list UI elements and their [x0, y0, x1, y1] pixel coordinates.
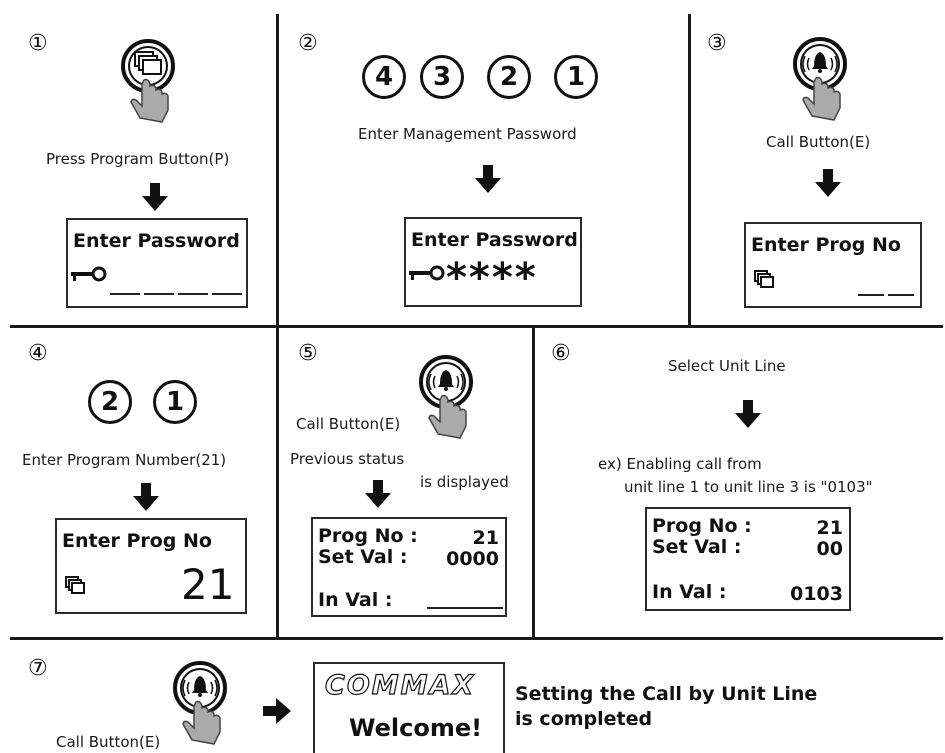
lcd-display-step2: Enter Password **** [404, 217, 582, 307]
step-4-number: ④ [28, 341, 48, 366]
digit-circle: 1 [554, 55, 598, 99]
digit-circle: 1 [153, 380, 197, 424]
key-icon [409, 265, 445, 281]
digit-circle: 2 [487, 55, 531, 99]
digit-blank [212, 293, 242, 295]
step-5-number: ⑤ [298, 341, 318, 366]
divider-h-top [10, 325, 943, 328]
lcd-title: Enter Password [411, 229, 578, 251]
digit-blank [110, 293, 140, 295]
prog-no-value: 21 [816, 517, 843, 539]
step-1-caption: Press Program Button(P) [46, 150, 230, 168]
set-val-label: Set Val : [652, 536, 742, 558]
step-4-caption: Enter Program Number(21) [22, 451, 227, 469]
step-6-number: ⑥ [551, 341, 571, 366]
set-val-value: 00 [816, 538, 843, 560]
divider-h-bottom [10, 637, 943, 640]
in-val-value: 0103 [790, 583, 843, 605]
call-button-hand-icon [793, 37, 847, 121]
arrow-down-icon [365, 480, 391, 508]
lcd-display-step5: Prog No : 21 Set Val : 0000 In Val : [311, 517, 507, 617]
prog-no-value: 21 [472, 527, 499, 549]
key-icon [71, 266, 107, 282]
digit-circle: 4 [362, 55, 406, 99]
lcd-display-step7: COMMAX Welcome! [313, 662, 505, 753]
set-val-value: 0000 [446, 548, 499, 570]
step-6-caption: Select Unit Line [668, 357, 786, 375]
step-2-number: ② [298, 31, 318, 56]
completion-line-2: is completed [515, 708, 653, 730]
divider-v-2 [688, 14, 691, 325]
arrow-down-icon [815, 169, 841, 197]
digit-blank [888, 294, 914, 296]
prog-no-label: Prog No : [652, 515, 752, 537]
arrow-down-icon [735, 400, 761, 428]
password-stars: **** [446, 255, 538, 301]
set-val-label: Set Val : [318, 546, 408, 568]
digit-blank [144, 293, 174, 295]
arrow-down-icon [475, 165, 501, 193]
example-line-2: unit line 1 to unit line 3 is "0103" [624, 478, 873, 496]
in-val-blank [427, 607, 503, 609]
divider-v-1 [276, 14, 279, 325]
step-5-caption: Call Button(E) [296, 415, 401, 433]
divider-v-4 [532, 328, 535, 637]
lcd-display-step1: Enter Password [66, 218, 248, 308]
lcd-display-step6: Prog No : 21 Set Val : 00 In Val : 0103 [645, 507, 851, 611]
prog-no-label: Prog No : [318, 525, 418, 547]
welcome-text: Welcome! [349, 714, 483, 742]
lcd-display-step3: Enter Prog No [744, 222, 922, 308]
arrow-down-icon [142, 183, 168, 211]
digit-blank [178, 293, 208, 295]
step-7-caption: Call Button(E) [56, 733, 161, 751]
is-displayed-note: is displayed [420, 473, 509, 491]
step-3-caption: Call Button(E) [766, 133, 871, 151]
brand-logo: COMMAX [324, 669, 476, 701]
lcd-prog-number: 21 [181, 560, 235, 609]
call-button-hand-icon [419, 355, 473, 439]
program-icon [754, 270, 774, 288]
program-icon [65, 576, 85, 594]
step-1-number: ① [28, 31, 48, 56]
step-3-number: ③ [707, 31, 727, 56]
lcd-display-step4: Enter Prog No 21 [55, 518, 247, 614]
in-val-label: In Val : [652, 581, 727, 603]
completion-line-1: Setting the Call by Unit Line [515, 683, 818, 705]
arrow-right-icon [263, 698, 291, 724]
previous-status-note: Previous status [290, 450, 405, 468]
lcd-title: Enter Prog No [751, 234, 901, 256]
divider-v-3 [276, 328, 279, 637]
program-button-hand-icon [121, 39, 175, 123]
step-2-caption: Enter Management Password [358, 125, 577, 143]
in-val-label: In Val : [318, 589, 393, 611]
digit-circle: 3 [420, 55, 464, 99]
example-line-1: ex) Enabling call from [598, 455, 762, 473]
digit-blank [858, 294, 884, 296]
arrow-down-icon [133, 483, 159, 511]
call-button-hand-icon [173, 661, 227, 745]
step-7-number: ⑦ [28, 656, 48, 681]
lcd-title: Enter Password [73, 230, 240, 252]
lcd-title: Enter Prog No [62, 530, 212, 552]
digit-circle: 2 [88, 380, 132, 424]
